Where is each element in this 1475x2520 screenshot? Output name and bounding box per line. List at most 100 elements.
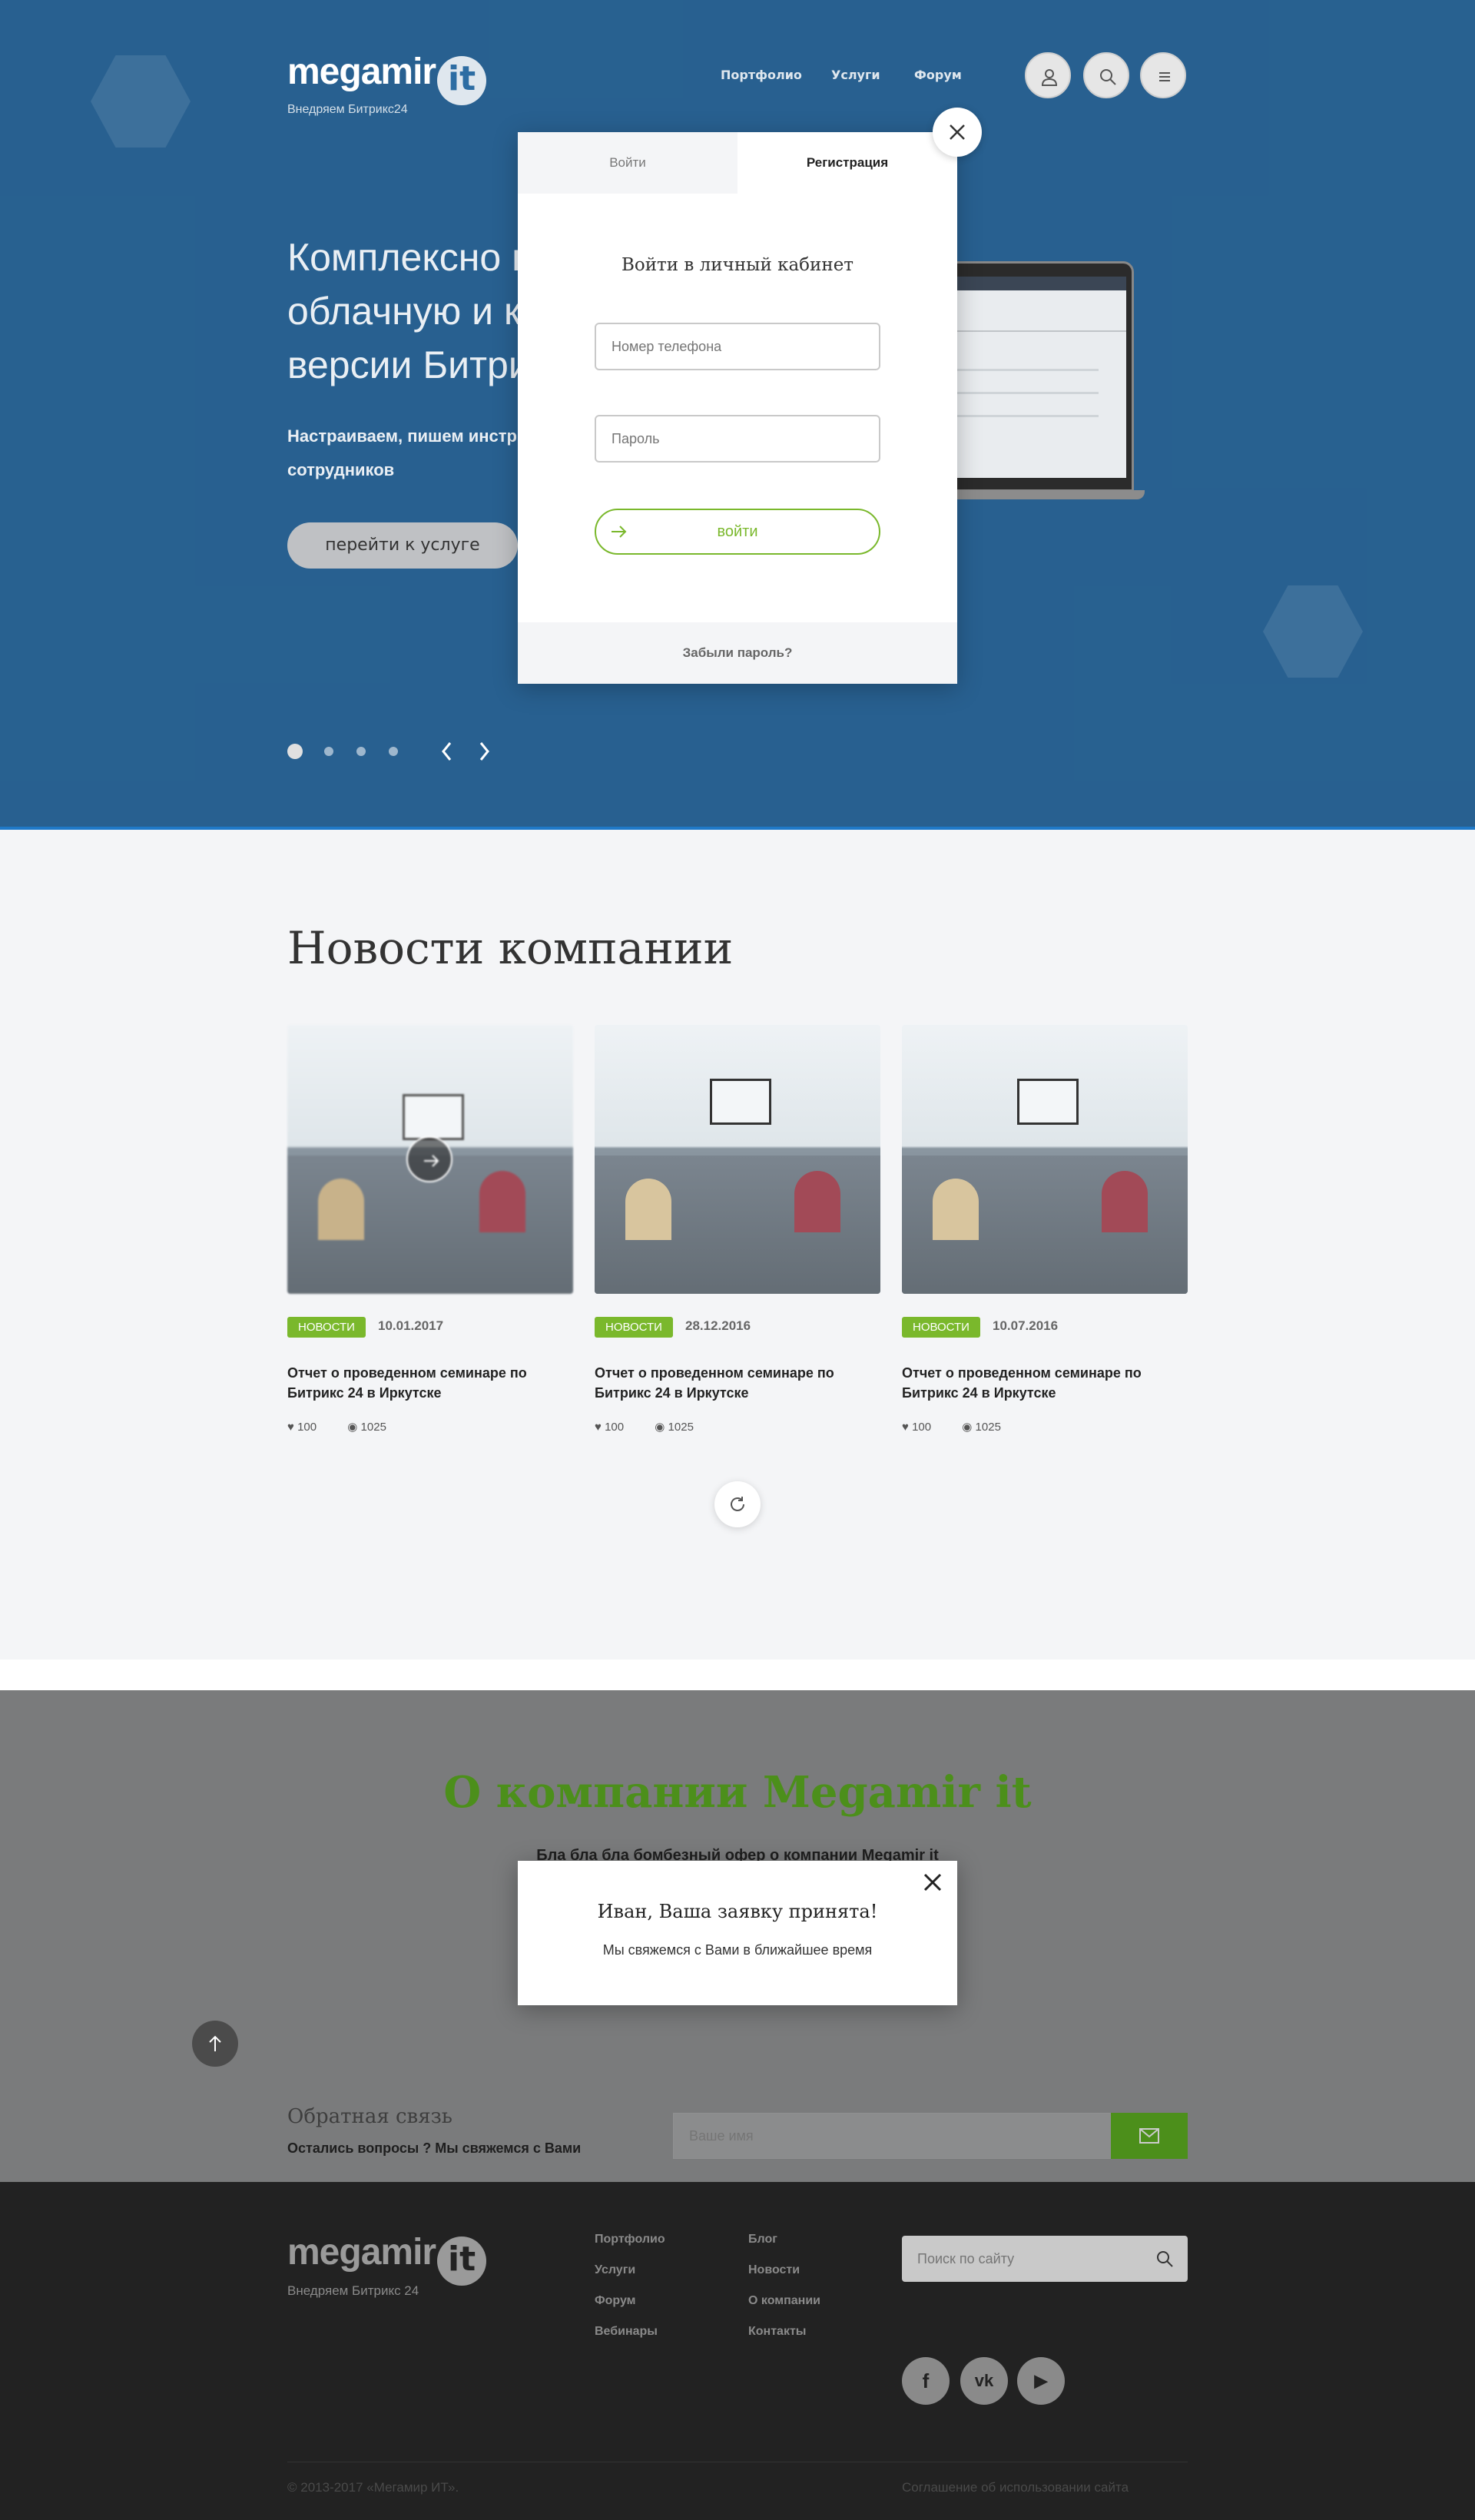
hero-title-line: Комплексно в [287, 236, 532, 279]
feedback-send-button[interactable] [1111, 2113, 1188, 2159]
login-heading: Войти в личный кабинет [621, 255, 854, 275]
news-title[interactable]: Отчет о проведенном семинаре по Битрикс … [287, 1363, 573, 1403]
news-title[interactable]: Отчет о проведенном семинаре по Битрикс … [902, 1363, 1188, 1403]
logo[interactable]: megamir it [287, 51, 487, 105]
arrow-right-icon [612, 526, 627, 538]
likes-count: 100 [912, 1421, 932, 1434]
news-stats: ♥ 100 ◉ 1025 [287, 1420, 386, 1434]
footer [0, 2182, 1475, 2520]
close-icon [950, 124, 965, 140]
news-stats: ♥ 100 ◉ 1025 [902, 1420, 1001, 1434]
close-icon[interactable] [922, 1872, 943, 1893]
menu-button[interactable] [1140, 52, 1186, 98]
tab-register[interactable]: Регистрация [738, 132, 957, 194]
slider-dot-active[interactable] [287, 744, 303, 759]
menu-icon [1159, 72, 1170, 81]
eye-icon: ◉ [962, 1421, 973, 1434]
likes-count: 100 [297, 1421, 317, 1434]
login-modal: Войти Регистрация Войти в личный кабинет… [518, 132, 957, 684]
success-heading: Иван, Ваша заявку принята! [597, 1901, 878, 1922]
envelope-icon [1139, 2128, 1159, 2144]
footer-link-services[interactable]: Услуги [595, 2263, 635, 2277]
news-date: 10.07.2016 [993, 1318, 1059, 1333]
footer-link-contacts[interactable]: Контакты [748, 2325, 806, 2339]
search-button[interactable] [1083, 52, 1129, 98]
footer-link-webinars[interactable]: Вебинары [595, 2325, 658, 2339]
slider-dot[interactable] [324, 747, 333, 756]
success-modal: Иван, Ваша заявку принята! Мы свяжемся с… [518, 1861, 957, 2005]
tab-login[interactable]: Войти [518, 132, 738, 194]
section-spacer [0, 1660, 1475, 1690]
facebook-icon[interactable]: f [902, 2357, 950, 2405]
slider-dot[interactable] [389, 747, 398, 756]
vk-icon[interactable]: vk [960, 2357, 1008, 2405]
news-stats: ♥ 100 ◉ 1025 [595, 1420, 694, 1434]
copyright: © 2013-2017 «Мегамир ИТ». [287, 2480, 459, 2495]
footer-tagline: Внедряем Битрикс 24 [287, 2283, 419, 2298]
news-badge[interactable]: НОВОСТИ [595, 1317, 673, 1338]
arrow-up-icon [209, 2035, 221, 2051]
footer-link-news[interactable]: Новости [748, 2263, 800, 2277]
footer-link-blog[interactable]: Блог [748, 2233, 777, 2246]
news-title[interactable]: Отчет о проведенном семинаре по Битрикс … [595, 1363, 880, 1403]
user-button[interactable] [1025, 52, 1071, 98]
phone-field[interactable] [595, 323, 880, 370]
load-more-button[interactable] [714, 1481, 761, 1527]
feedback-subtitle: Остались вопросы ? Мы свяжемся с Вами [287, 2140, 582, 2156]
nav-services[interactable]: Услуги [831, 68, 880, 82]
about-title: О компании Megamir it [443, 1767, 1032, 1818]
tagline: Внедряем Битрикс24 [287, 103, 408, 116]
news-image[interactable] [287, 1025, 573, 1294]
news-card[interactable]: НОВОСТИ 28.12.2016 Отчет о проведенном с… [595, 1025, 880, 1434]
password-input[interactable] [596, 416, 879, 461]
forgot-password-link[interactable]: Забыли пароль? [518, 622, 957, 684]
news-image[interactable] [902, 1025, 1188, 1294]
open-news-button[interactable] [406, 1136, 452, 1182]
hero-title-line: версии Битри [287, 343, 530, 386]
login-close-button[interactable] [933, 108, 982, 157]
slider-next-icon[interactable] [476, 741, 492, 762]
phone-input[interactable] [596, 324, 879, 369]
hero-service-button[interactable]: перейти к услуге [287, 522, 518, 569]
login-submit-button[interactable]: войти [595, 509, 880, 555]
nav-portfolio[interactable]: Портфолио [721, 68, 802, 82]
slider-dot[interactable] [356, 747, 366, 756]
scroll-top-button[interactable] [192, 2021, 238, 2067]
news-image[interactable] [595, 1025, 880, 1294]
eye-icon: ◉ [347, 1421, 358, 1434]
hero-subtitle: Настраиваем, пишем инстр сотрудников [287, 419, 517, 487]
hero-title-line: облачную и к [287, 290, 521, 333]
views-count: 1025 [360, 1421, 386, 1434]
success-text: Мы свяжемся с Вами в ближайшее время [602, 1942, 873, 1958]
login-submit-label: войти [717, 523, 758, 540]
news-section-title: Новости компании [287, 922, 734, 974]
news-date: 28.12.2016 [685, 1318, 751, 1333]
hero-subtitle-line: сотрудников [287, 460, 395, 479]
news-card[interactable]: НОВОСТИ 10.01.2017 Отчет о проведенном с… [287, 1025, 573, 1434]
news-date: 10.01.2017 [378, 1318, 444, 1333]
arrow-right-icon [424, 1155, 439, 1167]
footer-link-forum[interactable]: Форум [595, 2294, 636, 2308]
feedback-title: Обратная связь [287, 2105, 452, 2128]
eye-icon: ◉ [655, 1421, 665, 1434]
name-input[interactable] [674, 2114, 1110, 2158]
password-field[interactable] [595, 415, 880, 463]
footer-link-portfolio[interactable]: Портфолио [595, 2233, 665, 2246]
footer-search-input[interactable] [902, 2236, 1188, 2282]
footer-link-about[interactable]: О компании [748, 2294, 820, 2308]
slider-prev-icon[interactable] [439, 741, 455, 762]
search-icon[interactable] [1155, 2250, 1174, 2268]
youtube-icon[interactable]: ▶ [1017, 2357, 1065, 2405]
news-badge[interactable]: НОВОСТИ [902, 1317, 980, 1338]
nav-forum[interactable]: Форум [914, 68, 962, 82]
footer-search-field[interactable] [902, 2236, 1188, 2282]
name-field[interactable] [673, 2113, 1111, 2159]
heart-icon: ♥ [902, 1421, 909, 1434]
footer-logo[interactable]: megamir it [287, 2231, 487, 2286]
news-badge[interactable]: НОВОСТИ [287, 1317, 366, 1338]
user-icon [1041, 69, 1058, 86]
terms-link[interactable]: Соглашение об использовании сайта [902, 2480, 1129, 2495]
hero-divider [0, 827, 1475, 830]
refresh-icon [731, 1497, 744, 1511]
news-card[interactable]: НОВОСТИ 10.07.2016 Отчет о проведенном с… [902, 1025, 1188, 1434]
